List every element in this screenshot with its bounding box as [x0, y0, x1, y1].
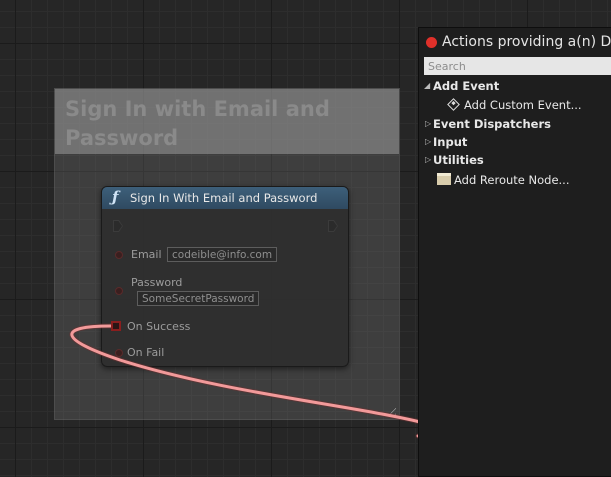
close-icon[interactable]	[426, 37, 437, 48]
tree-item-add-custom-event[interactable]: Add Custom Event...	[464, 98, 582, 112]
exec-wire-glow	[69, 323, 440, 439]
search-input[interactable]	[424, 57, 611, 75]
context-menu-header: Actions providing a(n) D	[419, 28, 611, 57]
tree-item-add-event[interactable]: Add Event	[433, 79, 499, 93]
on-success-pin-icon[interactable]	[111, 321, 121, 331]
tree-item-add-reroute-node[interactable]: Add Reroute Node...	[454, 173, 570, 187]
context-menu-title: Actions providing a(n) D	[442, 34, 611, 50]
collapsed-arrow-icon[interactable]: ▷	[425, 155, 431, 164]
tree-item-event-dispatchers[interactable]: Event Dispatchers	[433, 117, 551, 131]
reroute-node-icon	[437, 173, 451, 185]
collapsed-arrow-icon[interactable]: ▷	[425, 137, 431, 146]
tree-item-input[interactable]: Input	[433, 135, 467, 149]
tree-item-utilities[interactable]: Utilities	[433, 153, 484, 167]
actions-context-menu[interactable]: Actions providing a(n) D ◢ Add Event Add…	[418, 27, 611, 477]
expanded-arrow-icon[interactable]: ◢	[424, 81, 430, 90]
exec-wire-line[interactable]	[70, 324, 439, 438]
collapsed-arrow-icon[interactable]: ▷	[425, 119, 431, 128]
event-icon	[447, 98, 460, 111]
